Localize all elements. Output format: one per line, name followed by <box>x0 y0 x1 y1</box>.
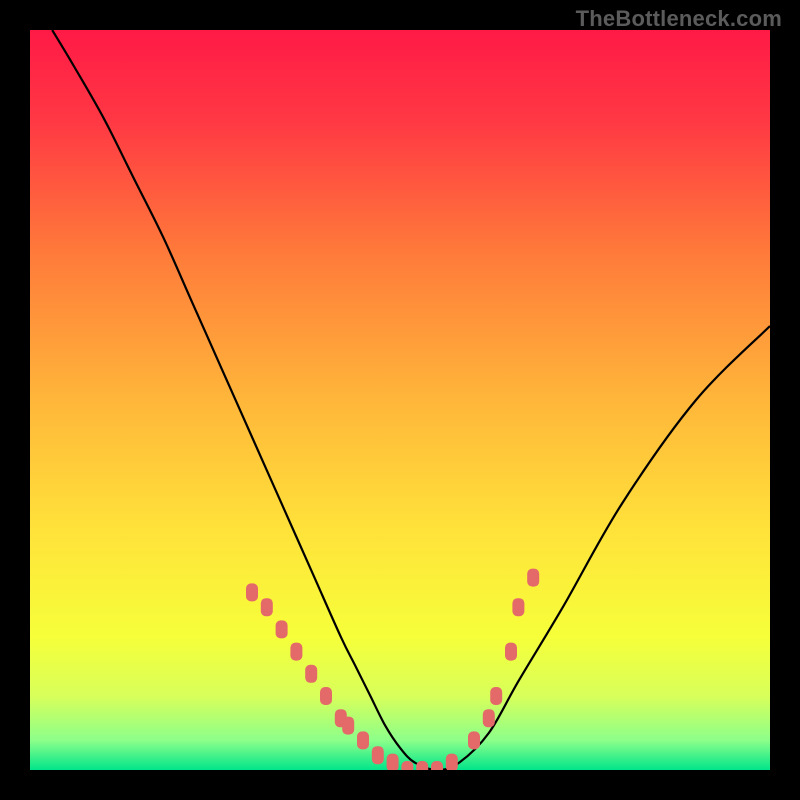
highlight-marker <box>305 665 317 683</box>
highlight-marker <box>276 620 288 638</box>
highlight-marker <box>357 731 369 749</box>
highlight-marker <box>320 687 332 705</box>
chart-frame <box>30 30 770 770</box>
highlight-marker <box>446 754 458 770</box>
highlight-marker <box>468 731 480 749</box>
highlight-marker <box>416 761 428 770</box>
highlight-marker <box>505 643 517 661</box>
chart-svg <box>30 30 770 770</box>
highlight-marker <box>401 761 413 770</box>
highlight-marker <box>261 598 273 616</box>
highlight-marker <box>372 746 384 764</box>
highlight-marker <box>512 598 524 616</box>
highlight-marker <box>387 754 399 770</box>
watermark-text: TheBottleneck.com <box>576 6 782 32</box>
highlight-marker <box>490 687 502 705</box>
highlight-marker <box>290 643 302 661</box>
bottleneck-curve <box>52 30 770 770</box>
highlight-marker <box>342 717 354 735</box>
highlight-marker <box>483 709 495 727</box>
highlight-markers-group <box>246 569 539 770</box>
highlight-marker <box>246 583 258 601</box>
highlight-marker <box>527 569 539 587</box>
highlight-marker <box>431 761 443 770</box>
